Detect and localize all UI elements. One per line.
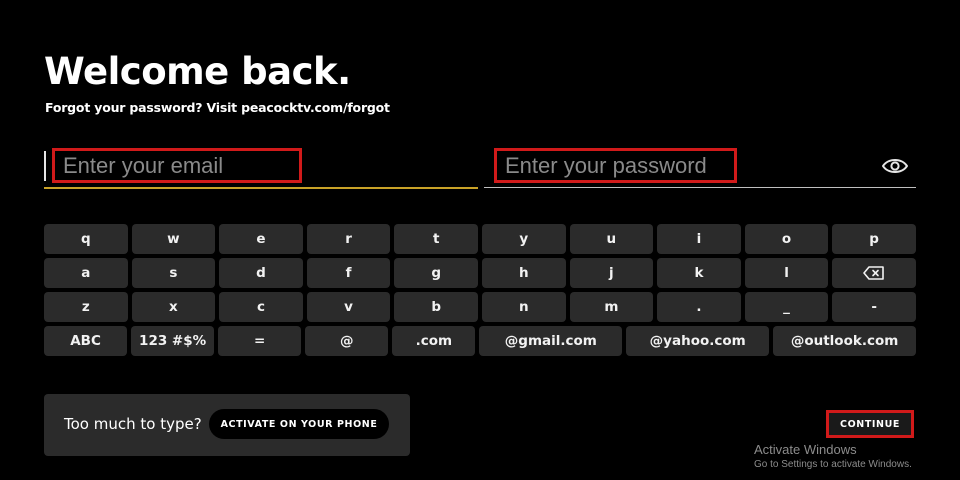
key-v[interactable]: v	[306, 292, 391, 322]
key-w[interactable]: w	[131, 224, 216, 254]
key-t[interactable]: t	[394, 224, 478, 254]
key-dot-com[interactable]: .com	[392, 326, 476, 356]
email-field[interactable]: Enter your email	[44, 145, 478, 189]
key-period[interactable]: .	[657, 292, 741, 322]
key-underscore[interactable]: _	[744, 292, 829, 322]
eye-icon[interactable]	[882, 157, 908, 175]
keyboard-row-2: a s d f g h j k l	[44, 258, 916, 288]
text-cursor	[44, 151, 46, 181]
keyboard-row-1: q w e r t y u i o p	[44, 224, 916, 254]
page-title: Welcome back.	[44, 50, 351, 93]
key-l[interactable]: l	[744, 258, 829, 288]
backspace-icon	[863, 266, 884, 280]
key-r[interactable]: r	[306, 224, 391, 254]
key-outlook[interactable]: @outlook.com	[773, 326, 917, 356]
activate-windows-subtitle: Go to Settings to activate Windows.	[754, 459, 912, 470]
key-j[interactable]: j	[569, 258, 654, 288]
key-at[interactable]: @	[305, 326, 389, 356]
continue-button[interactable]: CONTINUE	[826, 410, 914, 438]
key-yahoo[interactable]: @yahoo.com	[626, 326, 770, 356]
key-q[interactable]: q	[44, 224, 128, 254]
key-abc[interactable]: ABC	[44, 326, 128, 356]
key-k[interactable]: k	[657, 258, 741, 288]
too-much-to-type-text: Too much to type?	[64, 415, 202, 433]
keyboard-row-3: z x c v b n m . _ -	[44, 292, 916, 322]
on-screen-keyboard: q w e r t y u i o p a s d f g h j k l z …	[44, 224, 917, 360]
key-m[interactable]: m	[569, 292, 654, 322]
key-g[interactable]: g	[394, 258, 478, 288]
key-backspace[interactable]	[832, 258, 916, 288]
password-field[interactable]: Enter your password	[484, 145, 916, 188]
key-symbols[interactable]: 123 #$%	[131, 326, 215, 356]
key-n[interactable]: n	[481, 292, 566, 322]
key-y[interactable]: y	[481, 224, 566, 254]
key-x[interactable]: x	[131, 292, 216, 322]
forgot-password-hint: Forgot your password? Visit peacocktv.co…	[45, 100, 390, 115]
keyboard-row-4: ABC 123 #$% = @ .com @gmail.com @yahoo.c…	[44, 326, 917, 356]
key-equals[interactable]: =	[218, 326, 302, 356]
key-z[interactable]: z	[44, 292, 128, 322]
activate-on-phone-button[interactable]: ACTIVATE ON YOUR PHONE	[209, 409, 389, 439]
key-s[interactable]: s	[131, 258, 216, 288]
key-c[interactable]: c	[219, 292, 303, 322]
key-d[interactable]: d	[219, 258, 303, 288]
activate-windows-title: Activate Windows	[754, 442, 857, 457]
key-u[interactable]: u	[569, 224, 654, 254]
key-h[interactable]: h	[481, 258, 566, 288]
key-f[interactable]: f	[306, 258, 391, 288]
key-gmail[interactable]: @gmail.com	[479, 326, 623, 356]
password-placeholder: Enter your password	[494, 148, 737, 183]
key-b[interactable]: b	[394, 292, 478, 322]
key-i[interactable]: i	[657, 224, 741, 254]
key-a[interactable]: a	[44, 258, 128, 288]
key-e[interactable]: e	[219, 224, 303, 254]
key-o[interactable]: o	[744, 224, 829, 254]
key-p[interactable]: p	[832, 224, 916, 254]
key-hyphen[interactable]: -	[832, 292, 916, 322]
activate-on-phone-panel: Too much to type? ACTIVATE ON YOUR PHONE	[44, 394, 410, 456]
email-placeholder: Enter your email	[52, 148, 302, 183]
